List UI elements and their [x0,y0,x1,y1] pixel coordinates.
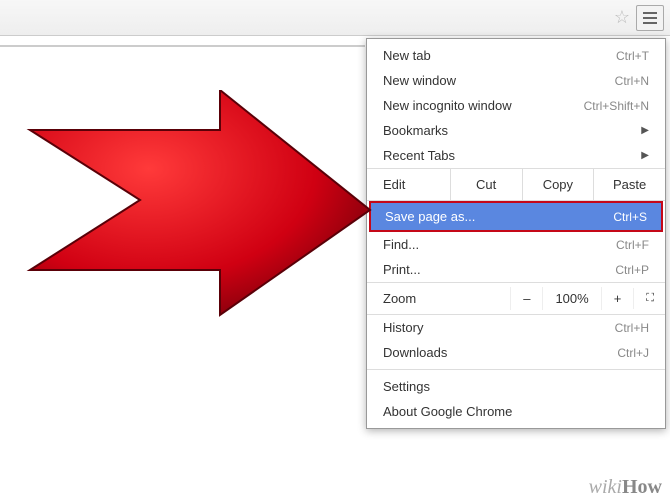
menu-label: Downloads [383,345,447,360]
browser-toolbar: ☆ [0,0,670,36]
menu-cut[interactable]: Cut [451,169,523,200]
menu-shortcut: Ctrl+P [615,263,649,277]
menu-shortcut: Ctrl+H [615,321,649,335]
menu-label: Bookmarks [383,123,448,138]
menu-label: Find... [383,237,419,252]
menu-recent-tabs[interactable]: Recent Tabs ▶ [367,143,665,168]
bookmark-star-icon[interactable]: ☆ [614,7,630,28]
menu-edit-row: Edit Cut Copy Paste [367,168,665,201]
menu-edit-label: Edit [367,169,451,200]
menu-shortcut: Ctrl+F [616,238,649,252]
menu-copy[interactable]: Copy [523,169,595,200]
menu-label: Save page as... [385,209,475,224]
wikihow-watermark: wikiHow [589,476,662,499]
chrome-menu-button[interactable] [636,5,664,31]
menu-find[interactable]: Find... Ctrl+F [367,232,665,257]
menu-label: New incognito window [383,98,512,113]
zoom-out-button[interactable]: – [510,287,542,310]
menu-new-window[interactable]: New window Ctrl+N [367,68,665,93]
menu-downloads[interactable]: Downloads Ctrl+J [367,340,665,365]
menu-shortcut: Ctrl+Shift+N [584,99,649,113]
menu-label: History [383,320,423,335]
zoom-value: 100% [542,287,600,310]
red-arrow-annotation [10,90,380,320]
menu-print[interactable]: Print... Ctrl+P [367,257,665,282]
menu-history[interactable]: History Ctrl+H [367,315,665,340]
menu-shortcut: Ctrl+S [613,210,647,224]
menu-shortcut: Ctrl+T [616,49,649,63]
watermark-wiki: wiki [589,476,622,498]
menu-paste[interactable]: Paste [594,169,665,200]
chrome-main-menu: New tab Ctrl+T New window Ctrl+N New inc… [366,38,666,429]
menu-zoom-row: Zoom – 100% + ⛶ [367,282,665,315]
menu-zoom-label: Zoom [367,291,510,306]
watermark-how: How [622,476,662,498]
page-divider [0,45,365,47]
menu-new-tab[interactable]: New tab Ctrl+T [367,43,665,68]
menu-shortcut: Ctrl+N [615,74,649,88]
menu-bookmarks[interactable]: Bookmarks ▶ [367,118,665,143]
chevron-right-icon: ▶ [641,125,649,136]
menu-label: New tab [383,48,431,63]
menu-label: Recent Tabs [383,148,455,163]
menu-separator [367,369,665,370]
menu-about[interactable]: About Google Chrome [367,399,665,424]
fullscreen-icon[interactable]: ⛶ [633,288,665,309]
menu-incognito[interactable]: New incognito window Ctrl+Shift+N [367,93,665,118]
menu-settings[interactable]: Settings [367,374,665,399]
menu-label: New window [383,73,456,88]
zoom-in-button[interactable]: + [601,287,634,310]
menu-label: Settings [383,379,430,394]
chevron-right-icon: ▶ [641,150,649,161]
menu-shortcut: Ctrl+J [617,346,649,360]
menu-label: Print... [383,262,421,277]
menu-save-page-as[interactable]: Save page as... Ctrl+S [369,201,663,232]
menu-label: About Google Chrome [383,404,512,419]
